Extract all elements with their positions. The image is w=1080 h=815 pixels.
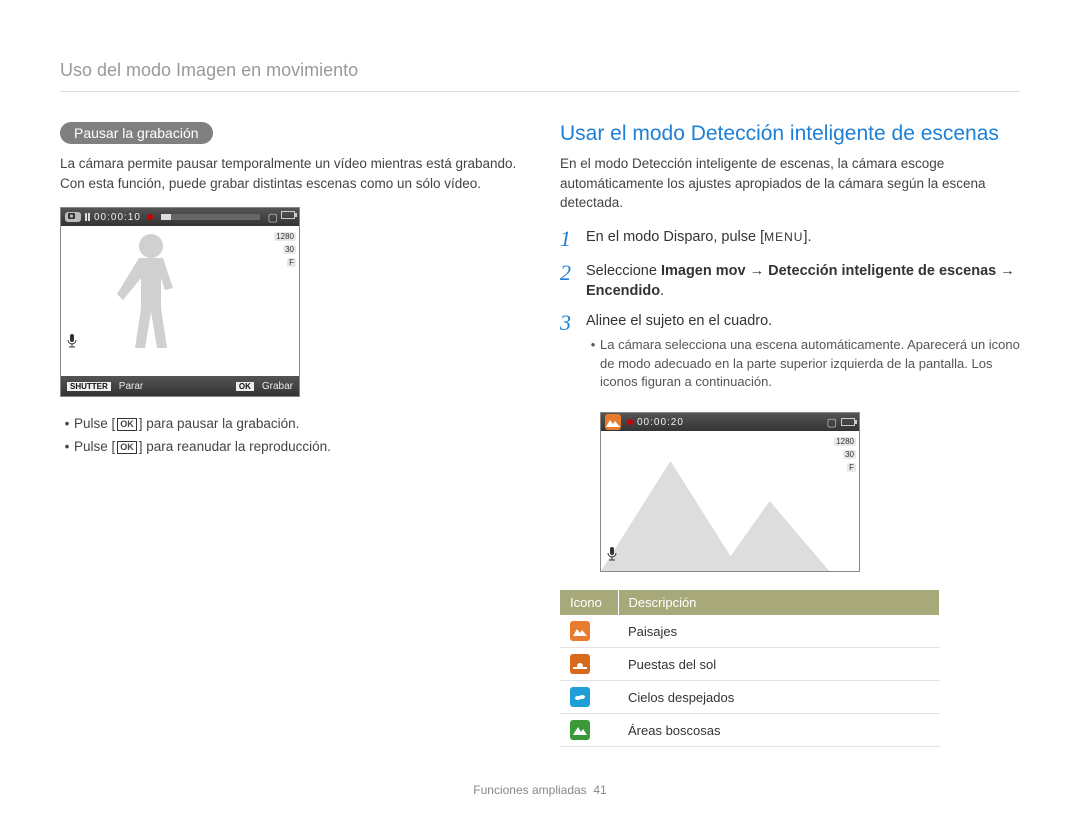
lcd-top-bar: 00:00:20 ▢ — [601, 413, 859, 431]
lcd-fps-tag: 30 — [283, 245, 296, 254]
card-icon: ▢ — [268, 211, 278, 224]
lcd-scene-detect-preview: 00:00:20 ▢ 1280 30 F — [600, 412, 860, 572]
left-intro: La cámara permite pausar temporalmente u… — [60, 154, 520, 193]
landscape-icon — [570, 621, 590, 641]
footer-section: Funciones ampliadas — [473, 783, 586, 797]
lcd-timecode: 00:00:20 — [637, 417, 684, 428]
right-heading: Usar el modo Detección inteligente de es… — [560, 122, 1020, 146]
mic-icon — [66, 334, 78, 348]
bullet-resume: Pulse [OK] para reanudar la reproducción… — [60, 436, 520, 459]
grabar-label: Grabar — [262, 381, 293, 392]
lcd-scene: 1280 30 F — [61, 226, 299, 376]
landscape-mode-icon — [605, 414, 621, 430]
ok-icon: OK — [117, 418, 137, 431]
step-num: 3 — [560, 311, 586, 402]
table-row: Cielos despejados — [560, 681, 940, 714]
lcd-top-bar: 00:00:10 ▢ — [61, 208, 299, 226]
battery-icon — [841, 418, 855, 426]
lcd-res-tag: 1280 — [834, 437, 856, 446]
lcd-scene: 1280 30 F — [601, 431, 859, 571]
mode-chip-icon — [65, 212, 81, 222]
row-desc: Áreas boscosas — [618, 714, 940, 747]
clear-sky-icon — [570, 687, 590, 707]
ok-key-label: OK — [236, 382, 254, 391]
shutter-key-label: SHUTTER — [67, 382, 111, 391]
icon-table: Icono Descripción Paisajes Puestas del s… — [560, 590, 940, 747]
lcd-progress — [161, 214, 260, 220]
steps: 1 En el modo Disparo, pulse [MENU]. 2 Se… — [560, 227, 1020, 403]
row-desc: Paisajes — [618, 615, 940, 648]
th-desc: Descripción — [618, 590, 940, 615]
th-icon: Icono — [560, 590, 618, 615]
mic-icon — [606, 547, 618, 561]
ok-icon: OK — [117, 441, 137, 454]
rec-dot-icon — [627, 419, 633, 425]
lcd-fps-tag: 30 — [843, 450, 856, 459]
pause-icon — [85, 213, 90, 221]
left-bullets: Pulse [OK] para pausar la grabación. Pul… — [60, 413, 520, 459]
lcd-flash-tag: F — [847, 463, 856, 472]
row-desc: Cielos despejados — [618, 681, 940, 714]
battery-icon — [281, 211, 295, 219]
child-silhouette-icon — [117, 228, 187, 356]
lcd-flash-tag: F — [287, 258, 296, 267]
sub-bullet: La cámara selecciona una escena automáti… — [586, 336, 1020, 393]
step-num: 2 — [560, 261, 586, 302]
lcd-timecode: 00:00:10 — [94, 212, 141, 223]
table-row: Puestas del sol — [560, 648, 940, 681]
rec-dot-icon — [147, 214, 153, 220]
parar-label: Parar — [119, 381, 143, 392]
menu-key-label: MENU — [764, 230, 803, 244]
step-num: 1 — [560, 227, 586, 251]
footer-page: 41 — [593, 783, 606, 797]
lcd-recording-preview: 00:00:10 ▢ 1280 30 F — [60, 207, 300, 397]
header-rule — [60, 91, 1020, 92]
bullet-pause: Pulse [OK] para pausar la grabación. — [60, 413, 520, 436]
lcd-bottom-bar: SHUTTER Parar OK Grabar — [61, 376, 299, 396]
step-3: 3 Alinee el sujeto en el cuadro. La cáma… — [560, 311, 1020, 402]
right-intro: En el modo Detección inteligente de esce… — [560, 154, 1020, 213]
card-icon: ▢ — [827, 416, 837, 429]
left-column: Pausar la grabación La cámara permite pa… — [60, 122, 520, 747]
row-desc: Puestas del sol — [618, 648, 940, 681]
step-1: 1 En el modo Disparo, pulse [MENU]. — [560, 227, 1020, 251]
forest-icon — [570, 720, 590, 740]
section-pill: Pausar la grabación — [60, 122, 213, 144]
step-2: 2 Seleccione Imagen mov → Detección inte… — [560, 261, 1020, 302]
right-column: Usar el modo Detección inteligente de es… — [560, 122, 1020, 747]
breadcrumb: Uso del modo Imagen en movimiento — [60, 60, 1020, 81]
page-footer: Funciones ampliadas 41 — [0, 783, 1080, 797]
lcd-res-tag: 1280 — [274, 232, 296, 241]
table-row: Paisajes — [560, 615, 940, 648]
sunset-icon — [570, 654, 590, 674]
table-row: Áreas boscosas — [560, 714, 940, 747]
